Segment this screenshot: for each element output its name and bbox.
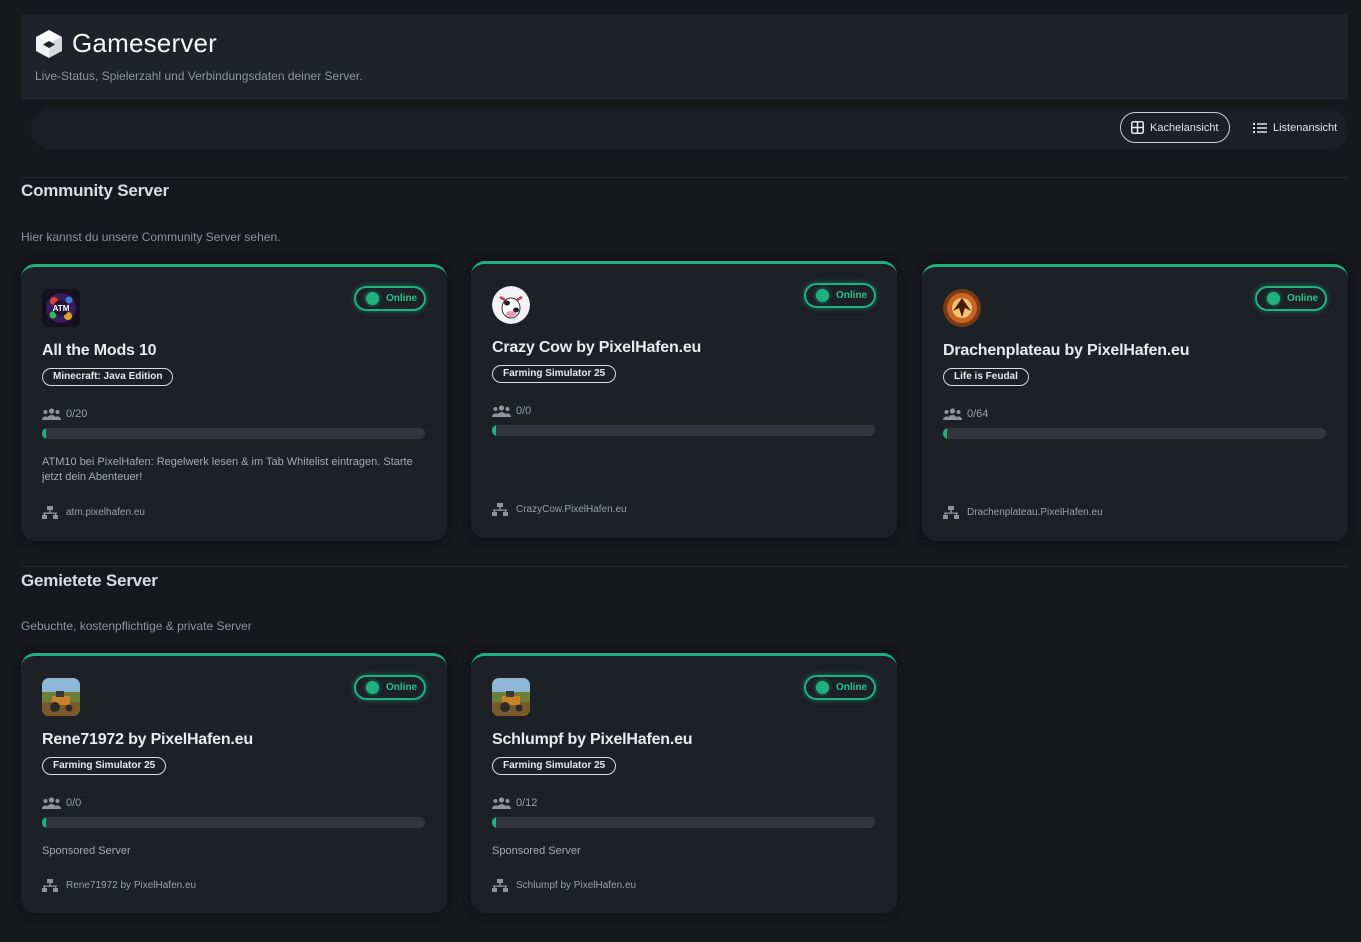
player-count: 0/12 <box>492 797 537 809</box>
title-row: Gameserver <box>35 28 217 59</box>
status-label: Online <box>386 293 418 304</box>
status-dot <box>816 681 829 694</box>
network-icon <box>42 879 58 892</box>
player-progress-fill <box>492 817 496 828</box>
status-dot <box>816 289 829 302</box>
logo-text: ATM <box>53 304 70 313</box>
server-address[interactable]: atm.pixelhafen.eu <box>42 506 145 519</box>
status-dot <box>366 681 379 694</box>
player-count-value: 0/64 <box>967 408 989 420</box>
players-icon <box>42 797 61 809</box>
server-logo <box>42 678 80 716</box>
section-title-community: Community Server <box>21 181 169 200</box>
game-tag: Minecraft: Java Edition <box>42 368 174 386</box>
player-count-value: 0/0 <box>516 405 532 417</box>
network-icon <box>492 503 508 516</box>
network-icon <box>943 506 959 519</box>
status-dot <box>1267 292 1280 305</box>
player-progress-bar <box>492 425 875 436</box>
server-address-text: atm.pixelhafen.eu <box>66 507 145 518</box>
divider <box>21 566 1348 567</box>
page-header: Gameserver Live-Status, Spielerzahl und … <box>21 14 1348 98</box>
server-address-text: CrazyCow.PixelHafen.eu <box>516 504 627 515</box>
player-progress-bar <box>42 817 425 828</box>
server-address[interactable]: Schlumpf by PixelHafen.eu <box>492 879 636 892</box>
tile-view-button[interactable]: Kachelansicht <box>1120 112 1230 143</box>
status-label: Online <box>386 682 418 693</box>
view-toolbar: Kachelansicht Listenansicht <box>31 108 1348 150</box>
player-progress-fill <box>42 428 46 439</box>
server-address-text: Schlumpf by PixelHafen.eu <box>516 880 637 891</box>
cube-icon <box>36 29 62 58</box>
player-count: 0/64 <box>943 408 988 420</box>
server-name: Rene71972 by PixelHafen.eu <box>42 731 253 748</box>
status-badge: Online <box>354 675 426 700</box>
game-tag: Farming Simulator 25 <box>42 757 167 775</box>
server-address[interactable]: Drachenplateau.PixelHafen.eu <box>943 506 1103 519</box>
server-description: Sponsored Server <box>42 845 131 857</box>
server-description: Sponsored Server <box>492 845 581 857</box>
server-address-text: Rene71972 by PixelHafen.eu <box>66 880 197 891</box>
game-tag: Life is Feudal <box>943 368 1029 386</box>
server-logo: ATM <box>42 289 80 327</box>
page-subtitle: Live-Status, Spielerzahl und Verbindungs… <box>35 69 363 83</box>
section-subtitle-rented: Gebuchte, kostenpflichtige & private Ser… <box>21 619 252 633</box>
status-label: Online <box>836 290 868 301</box>
players-icon <box>943 408 962 420</box>
player-progress-fill <box>943 428 947 439</box>
grid-icon <box>1131 121 1144 134</box>
server-card-crazy-cow[interactable]: Online Crazy Cow by PixelHafen.eu Farmin… <box>471 261 897 538</box>
server-address[interactable]: CrazyCow.PixelHafen.eu <box>492 503 627 516</box>
player-progress-bar <box>42 428 425 439</box>
gameserver-page: Gameserver Live-Status, Spielerzahl und … <box>0 0 1361 942</box>
server-logo <box>492 286 530 324</box>
list-icon <box>1253 122 1267 133</box>
network-icon <box>42 506 58 519</box>
player-progress-fill <box>42 817 46 828</box>
status-label: Online <box>836 682 868 693</box>
player-progress-bar <box>492 817 875 828</box>
tile-view-label: Kachelansicht <box>1150 121 1219 134</box>
player-progress-bar <box>943 428 1326 439</box>
player-count-value: 0/20 <box>66 408 88 420</box>
divider <box>21 177 1348 178</box>
list-view-label: Listenansicht <box>1273 121 1338 134</box>
player-count: 0/0 <box>42 797 81 809</box>
player-progress-fill <box>492 425 496 436</box>
page-title: Gameserver <box>72 28 218 58</box>
player-count-value: 0/0 <box>66 797 82 809</box>
server-address-text: Drachenplateau.PixelHafen.eu <box>967 507 1103 518</box>
server-address[interactable]: Rene71972 by PixelHafen.eu <box>42 879 196 892</box>
status-badge: Online <box>804 675 876 700</box>
server-name: All the Mods 10 <box>42 342 157 359</box>
player-count: 0/0 <box>492 405 531 417</box>
server-logo <box>492 678 530 716</box>
list-view-button[interactable]: Listenansicht <box>1243 112 1347 143</box>
server-name: Schlumpf by PixelHafen.eu <box>492 731 693 748</box>
player-count: 0/20 <box>42 408 87 420</box>
players-icon <box>42 408 61 420</box>
game-tag: Farming Simulator 25 <box>492 365 617 383</box>
status-label: Online <box>1287 293 1319 304</box>
status-badge: Online <box>354 286 426 311</box>
server-card-drachenplateau[interactable]: Online Drachenplateau by PixelHafen.eu L… <box>922 264 1348 541</box>
server-logo <box>943 289 981 327</box>
game-tag: Farming Simulator 25 <box>492 757 617 775</box>
section-subtitle-community: Hier kannst du unsere Community Server s… <box>21 230 281 244</box>
server-name: Drachenplateau by PixelHafen.eu <box>943 342 1190 359</box>
server-card-schlumpf[interactable]: Online Schlumpf by PixelHafen.eu Farming… <box>471 653 897 913</box>
network-icon <box>492 879 508 892</box>
server-name: Crazy Cow by PixelHafen.eu <box>492 339 702 356</box>
players-icon <box>492 405 511 417</box>
server-card-rene71972[interactable]: Online Rene71972 by PixelHafen.eu Farmin… <box>21 653 447 913</box>
status-badge: Online <box>1255 286 1327 311</box>
server-description: ATM10 bei PixelHafen: Regelwerk lesen & … <box>42 456 413 483</box>
player-count-value: 0/12 <box>516 797 538 809</box>
status-badge: Online <box>804 283 876 308</box>
status-dot <box>366 292 379 305</box>
section-title-rented: Gemietete Server <box>21 571 158 590</box>
server-card-atm10[interactable]: ATM Online All the Mods 10 Minecraft: Ja… <box>21 264 447 541</box>
players-icon <box>492 797 511 809</box>
